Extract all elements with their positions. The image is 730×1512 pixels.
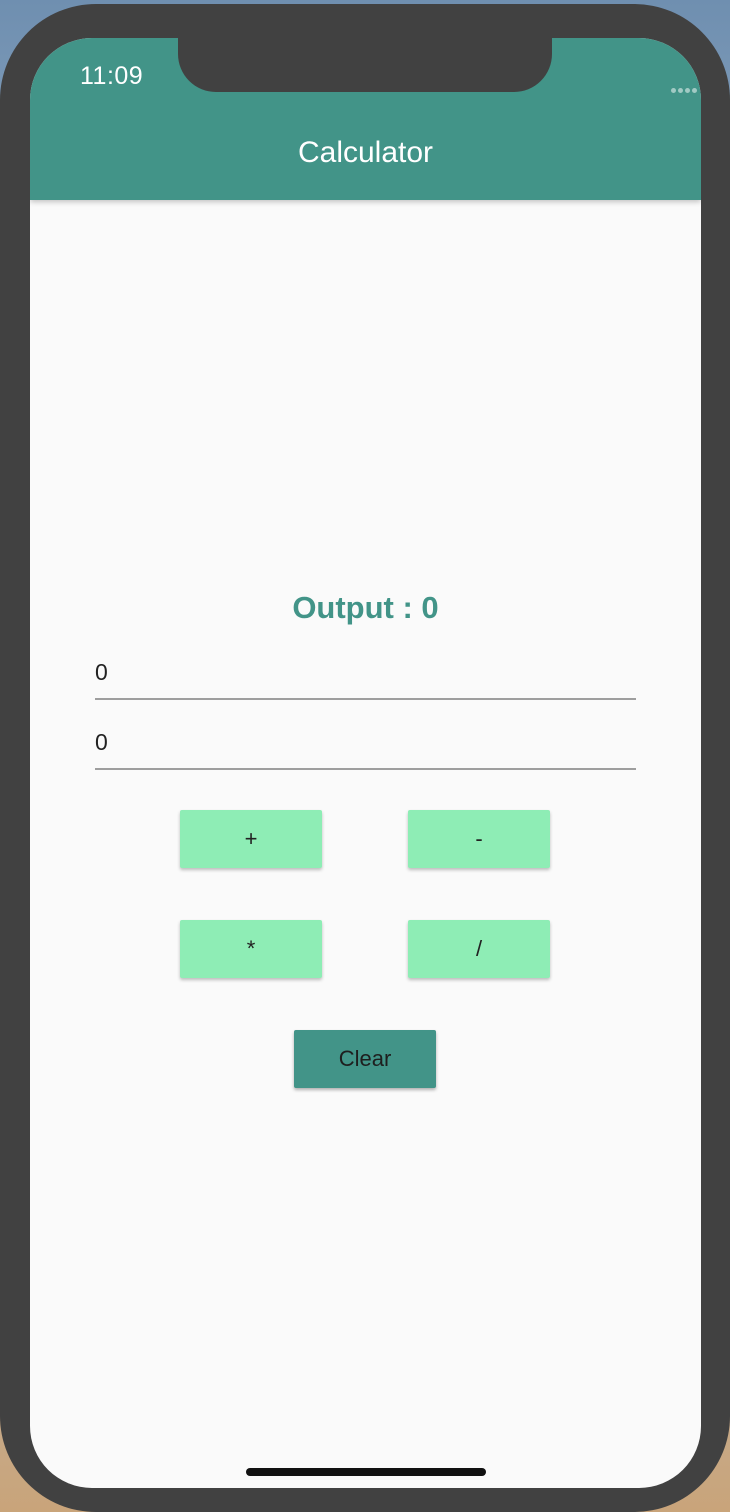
app-title: Calculator [297, 136, 434, 169]
home-indicator[interactable] [246, 1468, 486, 1476]
phone-frame: 11:09 Calculator Output : 0 0 0 + - * / … [0, 4, 730, 1512]
notch [178, 38, 552, 92]
output-label: Output : 0 [292, 590, 439, 625]
first-number-input[interactable] [95, 648, 636, 696]
status-time: 11:09 [80, 62, 144, 90]
second-number-field[interactable] [95, 718, 636, 770]
second-number-input[interactable] [95, 718, 636, 766]
screen: 11:09 Calculator Output : 0 0 0 + - * / … [30, 38, 701, 1488]
add-button[interactable]: + [180, 810, 322, 868]
multiply-button[interactable]: * [180, 920, 322, 978]
clear-button[interactable]: Clear [294, 1030, 436, 1088]
subtract-button[interactable]: - [408, 810, 550, 868]
cellular-dots-icon [671, 80, 701, 93]
first-number-field[interactable] [95, 648, 636, 700]
divide-button[interactable]: / [408, 920, 550, 978]
